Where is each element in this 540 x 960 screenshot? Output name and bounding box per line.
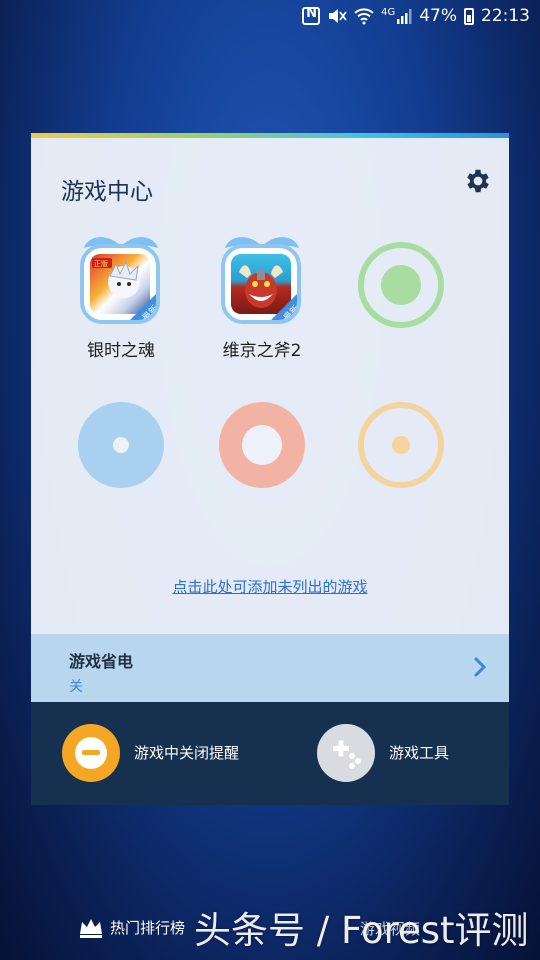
game-power-saving-row[interactable]: 游戏省电 关 — [31, 634, 509, 702]
empty-game-slot — [219, 402, 305, 488]
game-tools-button[interactable]: 游戏工具 — [317, 724, 449, 782]
battery-percent: 47% — [419, 6, 457, 26]
clock: 22:13 — [481, 6, 530, 26]
wifi-icon — [354, 8, 374, 25]
disable-alerts-label: 游戏中关闭提醒 — [134, 744, 240, 762]
power-saving-state: 关 — [69, 679, 83, 695]
gamepad-icon — [317, 724, 375, 782]
nfc-icon — [302, 6, 321, 25]
new-badge-icon: 最新 — [271, 294, 297, 320]
game-label: 银时之魂 — [87, 341, 155, 361]
add-unlisted-game-link[interactable]: 点击此处可添加未列出的游戏 — [31, 576, 509, 597]
gear-icon[interactable] — [463, 166, 493, 196]
game-tools-label: 游戏工具 — [389, 744, 450, 762]
empty-game-slot — [358, 242, 444, 328]
chevron-right-icon — [474, 657, 487, 677]
battery-icon — [464, 7, 474, 25]
new-badge-icon: 最新 — [130, 294, 156, 320]
watermark-text: 头条号 / Forest评测 — [194, 909, 529, 952]
hot-ranking-button[interactable]: 热门排行榜 — [78, 916, 185, 938]
hot-ranking-label: 热门排行榜 — [110, 918, 186, 937]
network-type: 4G — [381, 6, 396, 18]
disable-alerts-button[interactable]: 游戏中关闭提醒 — [62, 724, 244, 782]
svg-text:正版: 正版 — [94, 259, 108, 268]
power-saving-title: 游戏省电 — [69, 652, 134, 671]
game-center-card: 游戏中心 正版 最新 银时之魂 最新 维京之斧2 点击此处可添加未列出的游戏 游… — [31, 133, 509, 805]
empty-game-slot — [358, 402, 444, 488]
empty-game-slot — [78, 402, 164, 488]
mute-icon — [329, 9, 347, 23]
status-bar: 4G 47% 22:13 — [0, 0, 540, 34]
page-title: 游戏中心 — [61, 179, 153, 205]
game-item-gintama[interactable]: 正版 最新 银时之魂 — [66, 234, 176, 374]
bottom-actions-bar: 游戏中关闭提醒 游戏工具 — [31, 702, 509, 805]
crown-icon — [80, 919, 102, 938]
game-center-body: 游戏中心 正版 最新 银时之魂 最新 维京之斧2 点击此处可添加未列出的游戏 — [31, 138, 509, 634]
signal-icon — [397, 9, 412, 24]
game-label: 维京之斧2 — [222, 341, 302, 361]
game-item-viking[interactable]: 最新 维京之斧2 — [207, 234, 317, 374]
minus-circle-icon — [62, 724, 120, 782]
